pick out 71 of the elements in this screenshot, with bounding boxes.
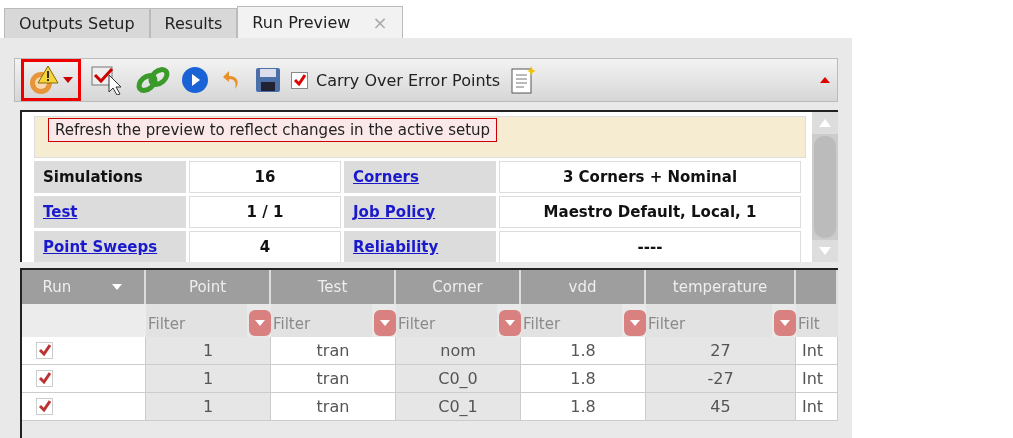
filter-input[interactable]: Filter: [646, 315, 772, 333]
filter-menu-button[interactable]: [774, 309, 796, 336]
table-cell: tran: [271, 337, 396, 365]
summary-link[interactable]: Reliability: [344, 231, 496, 262]
filter-field[interactable]: Filter: [271, 304, 372, 337]
filter-field[interactable]: Filter: [396, 304, 497, 337]
table-cell: -27: [646, 365, 796, 393]
table-cell: Int: [796, 393, 838, 421]
collapse-icon[interactable]: [819, 76, 831, 84]
table-cell: tran: [271, 393, 396, 421]
summary-cell: Maestro Default, Local, 1: [499, 196, 801, 228]
carry-over-checkbox[interactable]: Carry Over Error Points: [291, 70, 501, 90]
table-cell: 1: [146, 365, 271, 393]
filter-menu-button[interactable]: [374, 309, 396, 336]
summary-cell: Simulations: [34, 161, 186, 193]
refresh-button[interactable]: [21, 59, 81, 101]
table-cell: 1.8: [521, 393, 646, 421]
tab[interactable]: Outputs Setup: [4, 8, 150, 38]
warning-icon: [28, 65, 60, 95]
link-icon[interactable]: [135, 65, 171, 95]
table-cell: Int: [796, 337, 838, 365]
summary-cell: 1 / 1: [189, 196, 341, 228]
summary-link[interactable]: Test: [34, 196, 186, 228]
table-cell: 1: [146, 337, 271, 365]
tooltip: Refresh the preview to reflect changes in the active setup: [48, 118, 498, 142]
summary-cell: 3 Corners + Nominal: [499, 161, 801, 193]
table-cell: C0_0: [396, 365, 521, 393]
filter-field[interactable]: Filter: [646, 304, 772, 337]
caret-icon: [504, 318, 516, 327]
filter-input[interactable]: Filter: [146, 315, 247, 333]
filter-input[interactable]: Filter: [396, 315, 497, 333]
filter-input[interactable]: Filter: [271, 315, 372, 333]
table-cell: 1: [146, 393, 271, 421]
summary-cell: ----: [499, 231, 801, 262]
run-checkbox[interactable]: [36, 342, 53, 359]
table-cell: 1.8: [521, 365, 646, 393]
caret-icon: [254, 318, 266, 327]
filter-input[interactable]: Filt: [796, 315, 838, 333]
summary-cell: 4: [189, 231, 341, 262]
table-cell: tran: [271, 365, 396, 393]
play-icon[interactable]: [181, 66, 209, 94]
notes-icon[interactable]: [510, 65, 537, 95]
summary-link[interactable]: Job Policy: [344, 196, 496, 228]
save-icon[interactable]: [255, 67, 281, 93]
caret-icon: [779, 318, 791, 327]
filter-menu-button[interactable]: [624, 309, 646, 336]
filter-field[interactable]: Filter: [146, 304, 247, 337]
check-icon: [293, 73, 306, 87]
table-cell: C0_1: [396, 393, 521, 421]
tab[interactable]: Run Preview ×: [237, 6, 403, 38]
table-cell: 27: [646, 337, 796, 365]
filter-menu-button[interactable]: [499, 309, 521, 336]
table-cell: Int: [796, 365, 838, 393]
tab[interactable]: Results: [149, 8, 238, 38]
table-cell: nom: [396, 337, 521, 365]
summary-link[interactable]: Point Sweeps: [34, 231, 186, 262]
summary-cell: 16: [189, 161, 341, 193]
summary-link[interactable]: Corners: [344, 161, 496, 193]
caret-icon: [62, 76, 74, 84]
run-checkbox[interactable]: [36, 398, 53, 415]
filter-field[interactable]: Filter: [521, 304, 622, 337]
column-header[interactable]: [796, 270, 838, 304]
table-cell: 45: [646, 393, 796, 421]
run-checkbox[interactable]: [36, 370, 53, 387]
caret-icon: [379, 318, 391, 327]
filter-field[interactable]: Filt: [796, 304, 838, 337]
table-cell: 1.8: [521, 337, 646, 365]
caret-icon: [629, 318, 641, 327]
filter-menu-button[interactable]: [249, 309, 271, 336]
filter-input[interactable]: Filter: [521, 315, 622, 333]
caret-icon[interactable]: [111, 283, 124, 291]
